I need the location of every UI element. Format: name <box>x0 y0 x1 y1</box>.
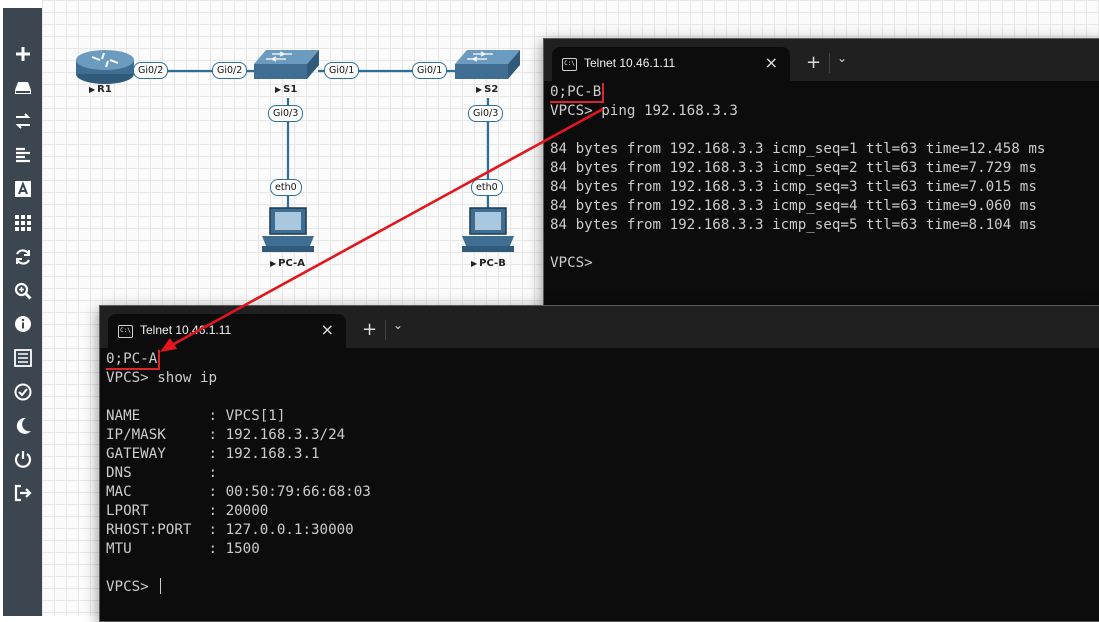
terminal-line: LPORT : 20000 <box>106 503 269 519</box>
tab-divider <box>829 53 830 73</box>
tab-divider <box>385 320 386 340</box>
node-label-s2: ▶ S2 <box>476 84 499 95</box>
terminal-output[interactable]: 0;PC-A VPCS> show ip NAME : VPCS[1] IP/M… <box>106 350 1099 621</box>
close-tab-icon[interactable]: × <box>321 320 334 339</box>
port-label: Gi0/1 <box>324 62 360 79</box>
highlighted-hostname: 0;PC-A <box>106 350 161 370</box>
terminal-tab-bar: C:\ Telnet 10.46.1.11 × + ⌄ <box>100 306 1099 348</box>
terminal-window-pc-b[interactable]: C:\ Telnet 10.46.1.11 × + ⌄ 0;PC-B VPCS>… <box>543 38 1099 310</box>
chevron-down-icon[interactable]: ⌄ <box>393 318 403 332</box>
pc-icon[interactable] <box>262 207 314 252</box>
terminal-line: RHOST:PORT : 127.0.0.1:30000 <box>106 522 354 538</box>
terminal-line: 0;PC-A <box>106 350 1099 370</box>
terminal-line: 84 bytes from 192.168.3.3 icmp_seq=4 ttl… <box>550 198 1037 214</box>
terminal-line: VPCS> <box>550 255 593 271</box>
terminal-line: 0;PC-B <box>550 83 1099 103</box>
close-tab-icon[interactable]: × <box>765 53 778 72</box>
terminal-line: 84 bytes from 192.168.3.3 icmp_seq=3 ttl… <box>550 179 1037 195</box>
node-label-pcb: ▶ PC-B <box>471 258 506 269</box>
terminal-prompt-line[interactable]: VPCS> <box>106 578 1099 597</box>
switch-icon[interactable] <box>455 50 520 79</box>
tab-title: Telnet 10.46.1.11 <box>584 56 676 70</box>
terminal-line: NAME : VPCS[1] <box>106 408 286 424</box>
new-tab-icon[interactable]: + <box>362 319 377 340</box>
node-label-pca: ▶ PC-A <box>270 258 305 269</box>
port-label: Gi0/3 <box>268 105 304 122</box>
terminal-tab-bar: C:\ Telnet 10.46.1.11 × + ⌄ <box>544 39 1099 81</box>
port-label: eth0 <box>270 179 302 196</box>
terminal-prompt: VPCS> <box>106 579 158 595</box>
node-label-s1: ▶ S1 <box>275 84 298 95</box>
terminal-line: VPCS> show ip <box>106 370 218 386</box>
highlighted-hostname: 0;PC-B <box>550 83 605 103</box>
port-label: Gi0/2 <box>133 62 169 79</box>
new-tab-icon[interactable]: + <box>806 52 821 73</box>
chevron-down-icon[interactable]: ⌄ <box>837 51 847 65</box>
terminal-icon: C:\ <box>562 58 577 71</box>
terminal-line: MTU : 1500 <box>106 541 260 557</box>
port-label: Gi0/2 <box>212 62 248 79</box>
terminal-line: 84 bytes from 192.168.3.3 icmp_seq=2 ttl… <box>550 160 1037 176</box>
terminal-line: VPCS> ping 192.168.3.3 <box>550 103 738 119</box>
port-label: eth0 <box>471 179 503 196</box>
terminal-line: MAC : 00:50:79:66:68:03 <box>106 484 371 500</box>
terminal-line: GATEWAY : 192.168.3.1 <box>106 446 320 462</box>
terminal-tab[interactable]: C:\ Telnet 10.46.1.11 × <box>108 314 346 348</box>
terminal-tab[interactable]: C:\ Telnet 10.46.1.11 × <box>552 47 790 81</box>
text-cursor <box>160 578 162 594</box>
router-icon[interactable] <box>76 50 134 84</box>
tab-title: Telnet 10.46.1.11 <box>140 323 232 337</box>
terminal-icon: C:\ <box>118 325 133 338</box>
terminal-line: IP/MASK : 192.168.3.3/24 <box>106 427 346 443</box>
terminal-output[interactable]: 0;PC-B VPCS> ping 192.168.3.3 84 bytes f… <box>550 83 1099 309</box>
port-label: Gi0/3 <box>468 105 504 122</box>
terminal-line: 84 bytes from 192.168.3.3 icmp_seq=5 ttl… <box>550 217 1037 233</box>
port-label: Gi0/1 <box>412 62 448 79</box>
switch-icon[interactable] <box>254 50 319 79</box>
node-label-r1: ▶ R1 <box>89 84 112 95</box>
terminal-window-pc-a[interactable]: C:\ Telnet 10.46.1.11 × + ⌄ 0;PC-A VPCS>… <box>99 305 1099 622</box>
terminal-line: 84 bytes from 192.168.3.3 icmp_seq=1 ttl… <box>550 141 1046 157</box>
pc-icon[interactable] <box>462 207 514 252</box>
terminal-line: DNS : <box>106 465 218 481</box>
